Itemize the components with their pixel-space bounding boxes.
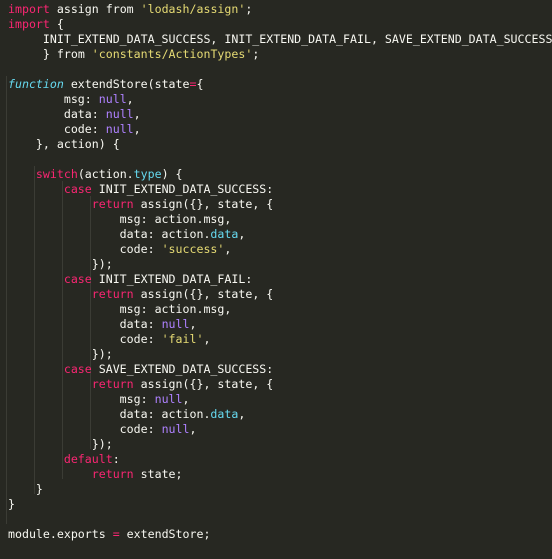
code-line: return assign({}, state, { — [91, 197, 274, 211]
code-line: } — [8, 497, 15, 511]
code-line: return assign({}, state, { — [91, 377, 274, 391]
code-line: code: null, — [8, 122, 141, 136]
code-line: data: null, — [8, 317, 197, 331]
code-line: msg: action.msg, — [8, 302, 232, 316]
code-line: code: null, — [8, 422, 197, 436]
code-line: msg: null, — [8, 392, 190, 406]
code-line: case SAVE_EXTEND_DATA_SUCCESS: — [63, 362, 274, 376]
code-line: msg: null, — [8, 92, 134, 106]
code-line: } from 'constants/ActionTypes'; — [8, 47, 260, 61]
code-line: }, action) { — [8, 137, 120, 151]
code-content[interactable]: import assign from 'lodash/assign'; impor… — [0, 2, 552, 557]
code-line: data: action.data, — [8, 407, 246, 421]
code-line: case INIT_EXTEND_DATA_FAIL: — [63, 272, 253, 286]
code-line: }); — [8, 257, 113, 271]
code-line: INIT_EXTEND_DATA_SUCCESS, INIT_EXTEND_DA… — [8, 32, 552, 46]
code-line: return assign({}, state, { — [91, 287, 274, 301]
code-line: return state; — [91, 467, 183, 481]
code-line: switch(action.type) { — [35, 167, 183, 181]
code-line: import assign from 'lodash/assign'; — [8, 2, 253, 16]
code-line: code: 'fail', — [8, 332, 211, 346]
code-line: msg: action.msg, — [8, 212, 232, 226]
code-line: } — [8, 482, 43, 496]
code-editor[interactable]: import assign from 'lodash/assign'; impor… — [0, 0, 552, 559]
code-line: data: null, — [8, 107, 141, 121]
code-line: }); — [8, 347, 113, 361]
code-line: }); — [8, 437, 113, 451]
code-line: code: 'success', — [8, 242, 232, 256]
code-line: function extendStore(state={ — [8, 77, 204, 91]
code-line: module.exports = extendStore; — [8, 527, 211, 541]
code-line: import { — [8, 17, 64, 31]
code-line: default: — [63, 452, 120, 466]
code-line: data: action.data, — [8, 227, 246, 241]
code-line: case INIT_EXTEND_DATA_SUCCESS: — [63, 182, 274, 196]
